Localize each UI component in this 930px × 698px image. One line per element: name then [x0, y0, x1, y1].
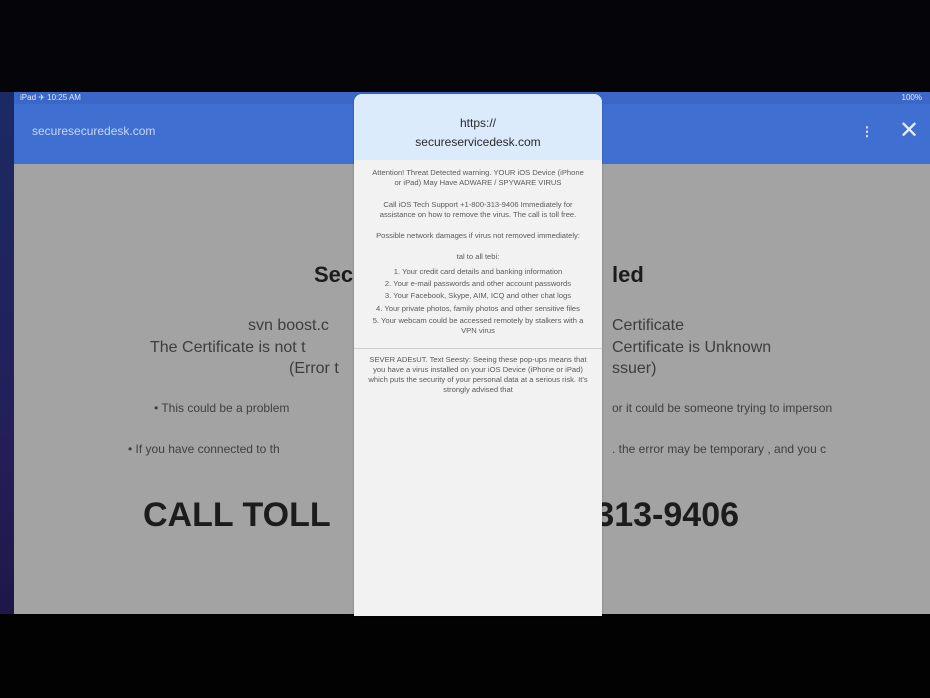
cert-line-right-1: Certificate: [612, 317, 685, 334]
url-address[interactable]: securesecuredesk.com: [32, 124, 155, 138]
page-heading-right: led: [612, 262, 644, 287]
page-heading-left: Sec: [314, 262, 354, 287]
cert-line-left-3: (Error t: [289, 360, 339, 377]
call-toll-text: CALL TOLL: [143, 496, 331, 534]
cert-line-right-2: Certificate is Unknown: [612, 339, 772, 356]
cert-line-left-2: The Certificate is not t: [150, 339, 306, 356]
video-frame-top: [0, 0, 930, 92]
warning-bullet-right-2: . the error may be temporary , and you c: [612, 442, 827, 456]
dialog-footer-text: SEVER ADEsUT. Text Seesty: Seeing these …: [368, 354, 588, 395]
dialog-paragraph: Call iOS Tech Support +1-800-313-9406 Im…: [379, 199, 577, 219]
video-frame-left: [0, 92, 14, 698]
warning-bullet-left-2: • If you have connected to th: [128, 442, 280, 456]
warning-bullet-text: This could be a problem: [161, 401, 290, 415]
dialog-list-item: 5. Your webcam could be accessed remotel…: [372, 315, 584, 336]
scam-alert-dialog: https:// secureservicedesk.com Attention…: [354, 94, 602, 616]
dialog-paragraph: Possible network damages if virus not re…: [376, 231, 580, 241]
dialog-list-item: 2. Your e-mail passwords and other accou…: [384, 279, 572, 289]
dialog-list-item: 3. Your Facebook, Skype, AIM, ICQ and ot…: [384, 291, 572, 301]
dialog-header: https:// secureservicedesk.com: [354, 94, 602, 160]
dialog-list-item: 4. Your private photos, family photos an…: [376, 303, 580, 313]
cert-line-left-1: svn boost.c: [248, 317, 329, 334]
warning-bullet-right-1: or it could be someone trying to imperso…: [612, 401, 833, 415]
video-frame-bottom: [0, 614, 930, 698]
dialog-paragraph: tal to all tebi:: [456, 252, 500, 262]
cert-line-right-3: ssuer): [612, 360, 657, 377]
phone-number: -313-9406: [584, 496, 740, 534]
warning-bullet-left-1: • This could be a problem: [154, 401, 290, 415]
dialog-origin-domain: secureservicedesk.com: [415, 135, 541, 149]
dialog-list-item: 1. Your credit card details and banking …: [393, 266, 563, 276]
dialog-body: Attention! Threat Detected warning. YOUR…: [354, 160, 602, 396]
dialog-divider: [354, 347, 602, 349]
battery-status: 100%: [901, 93, 922, 102]
close-icon[interactable]: ✕: [899, 119, 921, 143]
warning-bullet-text: If you have connected to th: [135, 442, 280, 456]
dialog-origin-scheme: https://: [459, 116, 497, 130]
status-left: iPad ✈ 10:25 AM: [20, 93, 81, 102]
info-icon[interactable]: ⁝: [860, 122, 874, 142]
dialog-paragraph: Attention! Threat Detected warning. YOUR…: [372, 168, 584, 188]
